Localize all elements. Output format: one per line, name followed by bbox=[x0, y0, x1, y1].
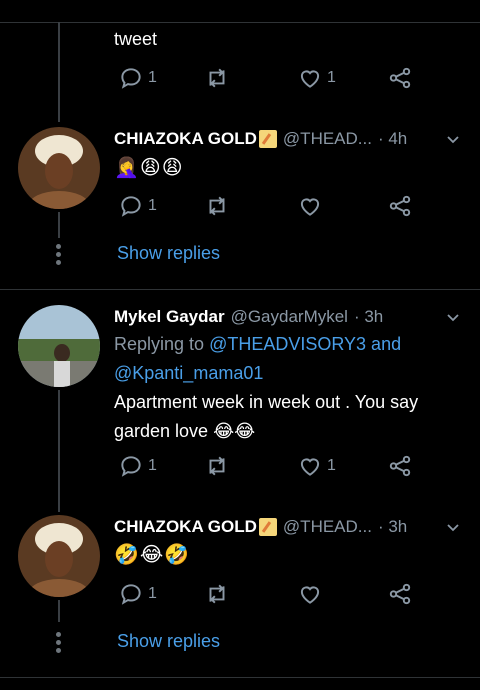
avatar-image bbox=[18, 305, 100, 387]
like-count: 1 bbox=[327, 457, 336, 474]
reply-icon bbox=[121, 584, 141, 605]
reply-icon bbox=[121, 68, 141, 89]
tweet-text: tweet bbox=[114, 29, 158, 49]
tweet-text-line: garden love 😂😂 bbox=[114, 421, 256, 441]
tweet-actions: 1 bbox=[114, 193, 414, 223]
reply-count: 1 bbox=[148, 69, 157, 86]
like-count: 1 bbox=[327, 69, 336, 86]
timestamp[interactable]: · 4h bbox=[378, 129, 407, 149]
like-button[interactable] bbox=[297, 581, 323, 607]
share-button[interactable] bbox=[387, 581, 413, 607]
reply-count: 1 bbox=[148, 197, 157, 214]
reply-button[interactable]: 1 bbox=[118, 581, 157, 607]
display-name[interactable]: CHIAZOKA GOLD bbox=[114, 517, 257, 537]
retweet-icon bbox=[209, 584, 225, 604]
replying-to: Replying to @THEADVISORY3 and @Kpanti_ma… bbox=[114, 330, 401, 388]
share-icon bbox=[389, 455, 411, 477]
tweet-header: CHIAZOKA GOLD @THEAD... · 4h bbox=[114, 129, 407, 149]
tweet-text: 🤦‍♀️😩😩 bbox=[114, 155, 184, 179]
chevron-down-icon[interactable] bbox=[446, 133, 460, 147]
top-divider bbox=[0, 22, 480, 23]
like-button[interactable] bbox=[297, 193, 323, 219]
reply-icon bbox=[121, 196, 141, 217]
display-name[interactable]: Mykel Gaydar bbox=[114, 307, 225, 327]
tweet-actions: 1 1 bbox=[114, 65, 414, 95]
tweet-header: CHIAZOKA GOLD @THEAD... · 3h bbox=[114, 517, 407, 537]
like-icon bbox=[300, 70, 320, 88]
timestamp[interactable]: · 3h bbox=[378, 517, 407, 537]
avatar-image bbox=[18, 515, 100, 597]
chevron-down-icon[interactable] bbox=[446, 521, 460, 535]
divider-thread-1 bbox=[0, 289, 480, 290]
avatar[interactable] bbox=[18, 515, 100, 597]
share-icon bbox=[389, 583, 411, 605]
thread-line bbox=[58, 22, 60, 122]
tweet-text: Apartment week in week out . You say gar… bbox=[114, 388, 418, 446]
reply-count: 1 bbox=[148, 457, 157, 474]
like-icon bbox=[300, 586, 320, 604]
timestamp[interactable]: · 3h bbox=[354, 307, 383, 327]
retweet-button[interactable] bbox=[204, 193, 230, 219]
reply-button[interactable]: 1 bbox=[118, 65, 157, 91]
tweet-actions: 1 bbox=[114, 581, 414, 611]
like-button[interactable]: 1 bbox=[297, 65, 336, 91]
chevron-down-icon[interactable] bbox=[446, 311, 460, 325]
show-replies-link[interactable]: Show replies bbox=[117, 631, 220, 652]
share-button[interactable] bbox=[387, 453, 413, 479]
handle[interactable]: @THEAD... bbox=[283, 517, 372, 537]
reply-icon bbox=[121, 456, 141, 477]
share-icon bbox=[389, 195, 411, 217]
replying-to-user[interactable]: @Kpanti_mama01 bbox=[114, 363, 263, 383]
thread-line bbox=[58, 212, 60, 238]
tweet-text: 🤣😂🤣 bbox=[114, 542, 191, 566]
retweet-icon bbox=[209, 196, 225, 216]
thread-line bbox=[58, 600, 60, 622]
share-button[interactable] bbox=[387, 193, 413, 219]
display-name[interactable]: CHIAZOKA GOLD bbox=[114, 129, 257, 149]
reply-button[interactable]: 1 bbox=[118, 193, 157, 219]
memo-pencil-icon bbox=[258, 130, 277, 148]
retweet-button[interactable] bbox=[204, 453, 230, 479]
retweet-button[interactable] bbox=[204, 581, 230, 607]
tweet-text-line: Apartment week in week out . You say bbox=[114, 392, 419, 412]
more-replies-dots bbox=[55, 632, 63, 656]
tweet-actions: 1 1 bbox=[114, 453, 414, 483]
tweet-header: Mykel Gaydar @GaydarMykel · 3h bbox=[114, 307, 383, 327]
reply-count: 1 bbox=[148, 585, 157, 602]
retweet-icon bbox=[209, 456, 225, 476]
retweet-button[interactable] bbox=[204, 65, 230, 91]
like-button[interactable]: 1 bbox=[297, 453, 336, 479]
avatar[interactable] bbox=[18, 305, 100, 387]
share-button[interactable] bbox=[387, 65, 413, 91]
memo-pencil-icon bbox=[258, 518, 277, 536]
share-icon bbox=[389, 67, 411, 89]
retweet-icon bbox=[209, 68, 225, 88]
replying-to-users[interactable]: @THEADVISORY3 and bbox=[209, 334, 401, 354]
handle[interactable]: @GaydarMykel bbox=[231, 307, 348, 327]
more-replies-dots bbox=[55, 244, 63, 268]
reply-button[interactable]: 1 bbox=[118, 453, 157, 479]
like-icon bbox=[300, 198, 320, 216]
handle[interactable]: @THEAD... bbox=[283, 129, 372, 149]
thread-line bbox=[58, 390, 60, 512]
show-replies-link[interactable]: Show replies bbox=[117, 243, 220, 264]
avatar-image bbox=[18, 127, 100, 209]
bottom-divider bbox=[0, 677, 480, 678]
avatar[interactable] bbox=[18, 127, 100, 209]
replying-to-label: Replying to bbox=[114, 334, 205, 354]
like-icon bbox=[300, 458, 320, 476]
